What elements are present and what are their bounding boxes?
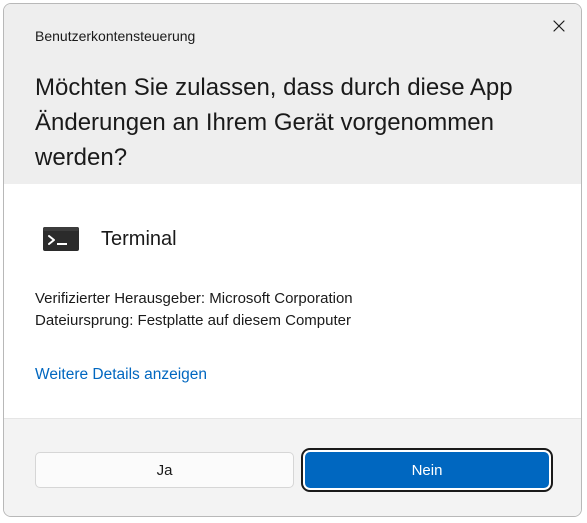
window-title: Benutzerkontensteuerung [35,28,196,44]
dialog-body: Terminal Verifizierter Herausgeber: Micr… [4,184,581,418]
app-name: Terminal [101,227,177,250]
origin-text: Dateiursprung: Festplatte auf diesem Com… [35,312,351,329]
app-row: Terminal [43,224,177,254]
publisher-text: Verifizierter Herausgeber: Microsoft Cor… [35,290,353,307]
dialog-footer: Ja Nein [4,418,581,516]
no-button[interactable]: Nein [305,452,549,488]
close-button[interactable] [541,10,577,42]
close-icon [553,20,565,32]
yes-button[interactable]: Ja [35,452,294,488]
app-info: Verifizierter Herausgeber: Microsoft Cor… [35,288,353,332]
dialog-question: Möchten Sie zulassen, dass durch diese A… [35,74,513,171]
show-details-link[interactable]: Weitere Details anzeigen [35,366,207,384]
dialog-header: Benutzerkontensteuerung Möchten Sie zula… [4,4,581,184]
terminal-icon [43,227,79,251]
uac-dialog: Benutzerkontensteuerung Möchten Sie zula… [3,3,582,517]
